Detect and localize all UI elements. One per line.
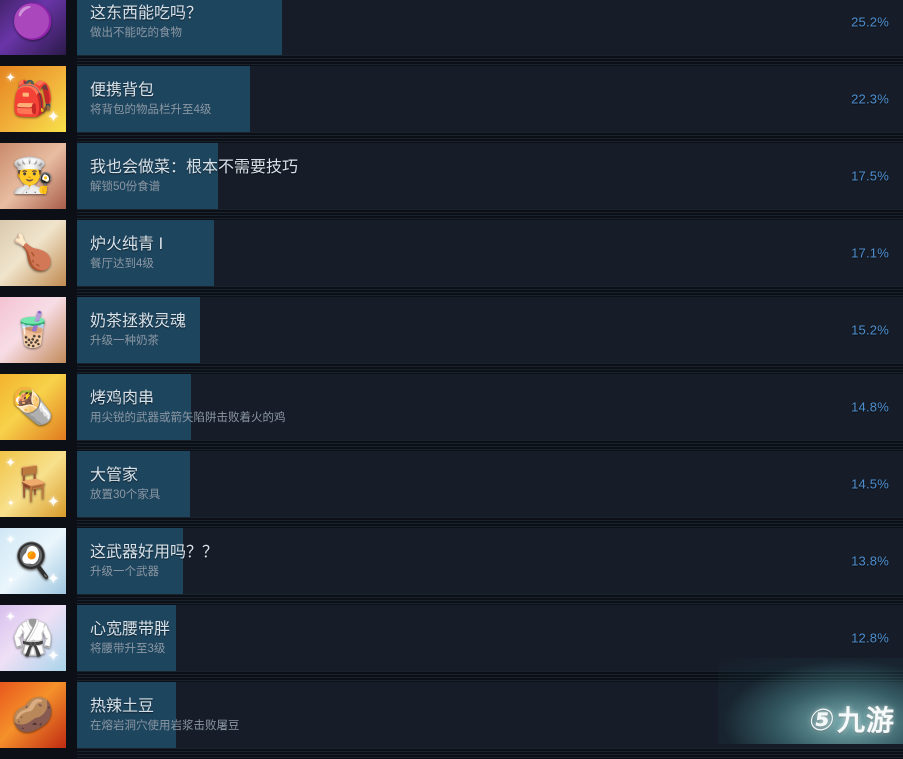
- achievement-percent: 13.8%: [851, 553, 889, 569]
- row-divider: [77, 55, 903, 66]
- achievement-row[interactable]: 🪑 ✦ ✦ ✦ 大管家 放置30个家具 14.5%: [0, 451, 903, 528]
- row-divider: [77, 594, 903, 605]
- achievement-body[interactable]: 这武器好用吗？？ 升级一个武器 13.8%: [77, 528, 903, 594]
- achievement-percent: 22.3%: [851, 91, 889, 107]
- achievement-name: 奶茶拯救灵魂: [90, 312, 187, 330]
- achievement-row[interactable]: 🟣 这东西能吃吗？ 做出不能吃的食物 25.2%: [0, 0, 903, 66]
- hot-potato-icon: 🥔: [0, 682, 66, 748]
- achievement-row[interactable]: 🍳 ✦ ✦ ✦ 这武器好用吗？？ 升级一个武器 13.8%: [0, 528, 903, 605]
- achievement-percent: 17.5%: [851, 168, 889, 184]
- row-divider: [77, 209, 903, 220]
- achievement-body[interactable]: 心宽腰带胖将腰带升至3级 12.8%: [77, 605, 903, 671]
- sparkle-icon: ✦: [46, 648, 60, 665]
- achievement-percent: 25.2%: [851, 14, 889, 30]
- achievement-body[interactable]: 炉火纯青 Ⅰ 餐厅达到4级 17.1%: [77, 220, 903, 286]
- achievement-text: 便携背包将背包的物品栏升至4级: [90, 66, 783, 132]
- achievement-row[interactable]: 🧋 奶茶拯救灵魂升级一种奶茶 15.2%: [0, 297, 903, 374]
- achievement-body[interactable]: 烤鸡肉串用尖锐的武器或箭矢陷阱击败着火的鸡 14.8%: [77, 374, 903, 440]
- achievement-row[interactable]: 👨‍🍳 我也会做菜：根本不需要技巧解锁50份食谱 17.5%: [0, 143, 903, 220]
- bubble-tea-icon: 🧋: [0, 297, 66, 363]
- achievement-name: 便携背包: [90, 81, 155, 99]
- achievement-body[interactable]: 我也会做菜：根本不需要技巧解锁50份食谱 17.5%: [77, 143, 903, 209]
- achievement-icon-glyph: 🍗: [11, 234, 55, 272]
- achievement-description: 升级一个武器: [90, 565, 159, 578]
- achievement-text: 心宽腰带胖将腰带升至3级: [90, 605, 783, 671]
- achievement-name: 我也会做菜：根本不需要技巧: [90, 158, 299, 176]
- achievement-percent: 15.2%: [851, 322, 889, 338]
- sparkle-icon: ✦: [46, 571, 60, 588]
- achievement-description: 用尖锐的武器或箭矢陷阱击败着火的鸡: [90, 411, 286, 424]
- achievement-description: 将背包的物品栏升至4级: [90, 103, 212, 116]
- sparkle-icon: ✦: [46, 494, 60, 511]
- achievement-name: 烤鸡肉串: [90, 389, 155, 407]
- achievement-name: 这东西能吃吗？: [90, 4, 203, 22]
- achievement-description: 放置30个家具: [90, 488, 161, 501]
- achievement-row[interactable]: 🍗 炉火纯青 Ⅰ 餐厅达到4级 17.1%: [0, 220, 903, 297]
- row-divider: [77, 517, 903, 528]
- row-divider: [77, 671, 903, 682]
- achievement-percent: 17.1%: [851, 245, 889, 261]
- sparkle-icon: ✦: [5, 455, 16, 470]
- achievement-row[interactable]: 🎒 ✦ ✦ 便携背包 将背包的物品栏升至4级 22.3%: [0, 66, 903, 143]
- achievement-body[interactable]: 大管家放置30个家具 14.5%: [77, 451, 903, 517]
- achievement-name: 心宽腰带胖: [90, 620, 171, 638]
- achievement-description: 在熔岩洞穴使用岩浆击败屠豆: [90, 719, 240, 732]
- grilled-chicken-wrap-icon: 🌯: [0, 374, 66, 440]
- chair-furniture-icon: 🪑 ✦ ✦ ✦: [0, 451, 66, 517]
- achievement-text: 大管家放置30个家具: [90, 451, 783, 517]
- belt-icon: 🥋 ✦ ✦: [0, 605, 66, 671]
- row-divider: [77, 286, 903, 297]
- achievement-percent: 12.8%: [851, 630, 889, 646]
- achievement-text: 这武器好用吗？？ 升级一个武器: [90, 528, 783, 594]
- achievement-row[interactable]: 🥋 ✦ ✦ 心宽腰带胖 将腰带升至3级 12.8%: [0, 605, 903, 682]
- achievement-body[interactable]: 这东西能吃吗？ 做出不能吃的食物 25.2%: [77, 0, 903, 55]
- sparkle-icon: ✦: [7, 498, 15, 508]
- achievement-icon-glyph: 🧋: [11, 311, 55, 349]
- sparkle-icon: ✦: [5, 70, 16, 85]
- achievement-row[interactable]: 🥔 热辣土豆在熔岩洞穴使用岩浆击败屠豆: [0, 682, 903, 759]
- chef-hat-knife-icon: 👨‍🍳: [0, 143, 66, 209]
- banquet-feast-icon: 🍗: [0, 220, 66, 286]
- achievement-text: 奶茶拯救灵魂升级一种奶茶: [90, 297, 783, 363]
- backpack-icon: 🎒 ✦ ✦: [0, 66, 66, 132]
- achievement-text: 这东西能吃吗？ 做出不能吃的食物: [90, 0, 783, 55]
- achievement-text: 炉火纯青 Ⅰ 餐厅达到4级: [90, 220, 783, 286]
- sparkle-icon: ✦: [5, 532, 16, 547]
- achievement-text: 我也会做菜：根本不需要技巧解锁50份食谱: [90, 143, 783, 209]
- row-divider: [77, 132, 903, 143]
- achievement-body[interactable]: 奶茶拯救灵魂升级一种奶茶 15.2%: [77, 297, 903, 363]
- achievement-percent: 14.8%: [851, 399, 889, 415]
- sparkle-icon: ✦: [46, 109, 60, 126]
- achievement-icon-glyph: 🌯: [11, 388, 55, 426]
- achievement-percent: 14.5%: [851, 476, 889, 492]
- achievement-description: 餐厅达到4级: [90, 257, 154, 270]
- achievement-icon-glyph: 🟣: [11, 3, 55, 41]
- achievement-name: 这武器好用吗？？: [90, 543, 219, 561]
- achievement-body[interactable]: 热辣土豆在熔岩洞穴使用岩浆击败屠豆: [77, 682, 903, 748]
- achievement-icon-glyph: 👨‍🍳: [11, 157, 55, 195]
- row-divider: [77, 363, 903, 374]
- achievement-body[interactable]: 便携背包将背包的物品栏升至4级 22.3%: [77, 66, 903, 132]
- row-divider: [77, 440, 903, 451]
- achievement-description: 做出不能吃的食物: [90, 26, 182, 39]
- achievement-name: 炉火纯青 Ⅰ: [90, 235, 164, 253]
- achievement-list[interactable]: 🟣 这东西能吃吗？ 做出不能吃的食物 25.2% 🎒 ✦ ✦ 便携背包 将背包的物品栏升至4级 2…: [0, 0, 903, 759]
- sparkle-icon: ✦: [5, 609, 16, 624]
- achievement-text: 热辣土豆在熔岩洞穴使用岩浆击败屠豆: [90, 682, 783, 748]
- row-divider: [77, 748, 903, 759]
- slime-monster-icon: 🟣: [0, 0, 66, 55]
- achievement-text: 烤鸡肉串用尖锐的武器或箭矢陷阱击败着火的鸡: [90, 374, 783, 440]
- sparkle-icon: ✦: [7, 575, 15, 585]
- achievement-row[interactable]: 🌯 烤鸡肉串用尖锐的武器或箭矢陷阱击败着火的鸡 14.8%: [0, 374, 903, 451]
- achievement-description: 解锁50份食谱: [90, 180, 161, 193]
- spatula-weapon-icon: 🍳 ✦ ✦ ✦: [0, 528, 66, 594]
- achievement-description: 升级一种奶茶: [90, 334, 159, 347]
- achievement-icon-glyph: 🥔: [11, 696, 55, 734]
- achievement-name: 大管家: [90, 466, 139, 484]
- achievement-name: 热辣土豆: [90, 697, 155, 715]
- achievement-description: 将腰带升至3级: [90, 642, 166, 655]
